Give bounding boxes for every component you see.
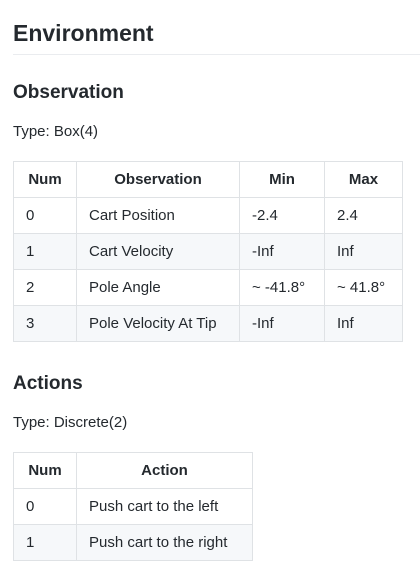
- table-row: 1 Cart Velocity -Inf Inf: [13, 233, 403, 270]
- cell-action: Push cart to the right: [76, 524, 253, 561]
- cell-num: 1: [13, 524, 77, 561]
- actions-heading: Actions: [13, 373, 83, 394]
- cell-min: ~ -41.8°: [239, 269, 325, 306]
- observation-type: Type: Box(4): [13, 123, 99, 140]
- cell-min: -2.4: [239, 197, 325, 234]
- column-header-max: Max: [324, 161, 403, 198]
- cell-observation: Cart Position: [76, 197, 240, 234]
- actions-table: Num Action 0 Push cart to the left 1 Pus…: [13, 452, 253, 561]
- table-row: 1 Push cart to the right: [13, 524, 253, 561]
- cell-num: 0: [13, 488, 77, 525]
- cell-observation: Pole Velocity At Tip: [76, 305, 240, 342]
- cell-num: 3: [13, 305, 77, 342]
- cell-num: 2: [13, 269, 77, 306]
- table-header-row: Num Observation Min Max: [13, 161, 403, 198]
- table-row: 3 Pole Velocity At Tip -Inf Inf: [13, 305, 403, 342]
- cell-observation: Pole Angle: [76, 269, 240, 306]
- column-header-min: Min: [239, 161, 325, 198]
- actions-type: Type: Discrete(2): [13, 414, 128, 431]
- table-row: 2 Pole Angle ~ -41.8° ~ 41.8°: [13, 269, 403, 306]
- cell-num: 0: [13, 197, 77, 234]
- cell-max: Inf: [324, 305, 403, 342]
- cell-num: 1: [13, 233, 77, 270]
- observation-heading: Observation: [13, 82, 124, 103]
- cell-observation: Cart Velocity: [76, 233, 240, 270]
- cell-action: Push cart to the left: [76, 488, 253, 525]
- observation-table: Num Observation Min Max 0 Cart Position …: [13, 161, 403, 342]
- column-header-observation: Observation: [76, 161, 240, 198]
- cell-max: ~ 41.8°: [324, 269, 403, 306]
- cell-min: -Inf: [239, 305, 325, 342]
- cell-min: -Inf: [239, 233, 325, 270]
- column-header-num: Num: [13, 452, 77, 489]
- table-row: 0 Push cart to the left: [13, 488, 253, 525]
- title-divider: [13, 54, 420, 55]
- cell-max: 2.4: [324, 197, 403, 234]
- page-title: Environment: [13, 20, 154, 46]
- environment-doc: Environment Observation Type: Box(4) Num…: [0, 0, 420, 571]
- table-header-row: Num Action: [13, 452, 253, 489]
- table-row: 0 Cart Position -2.4 2.4: [13, 197, 403, 234]
- column-header-num: Num: [13, 161, 77, 198]
- column-header-action: Action: [76, 452, 253, 489]
- cell-max: Inf: [324, 233, 403, 270]
